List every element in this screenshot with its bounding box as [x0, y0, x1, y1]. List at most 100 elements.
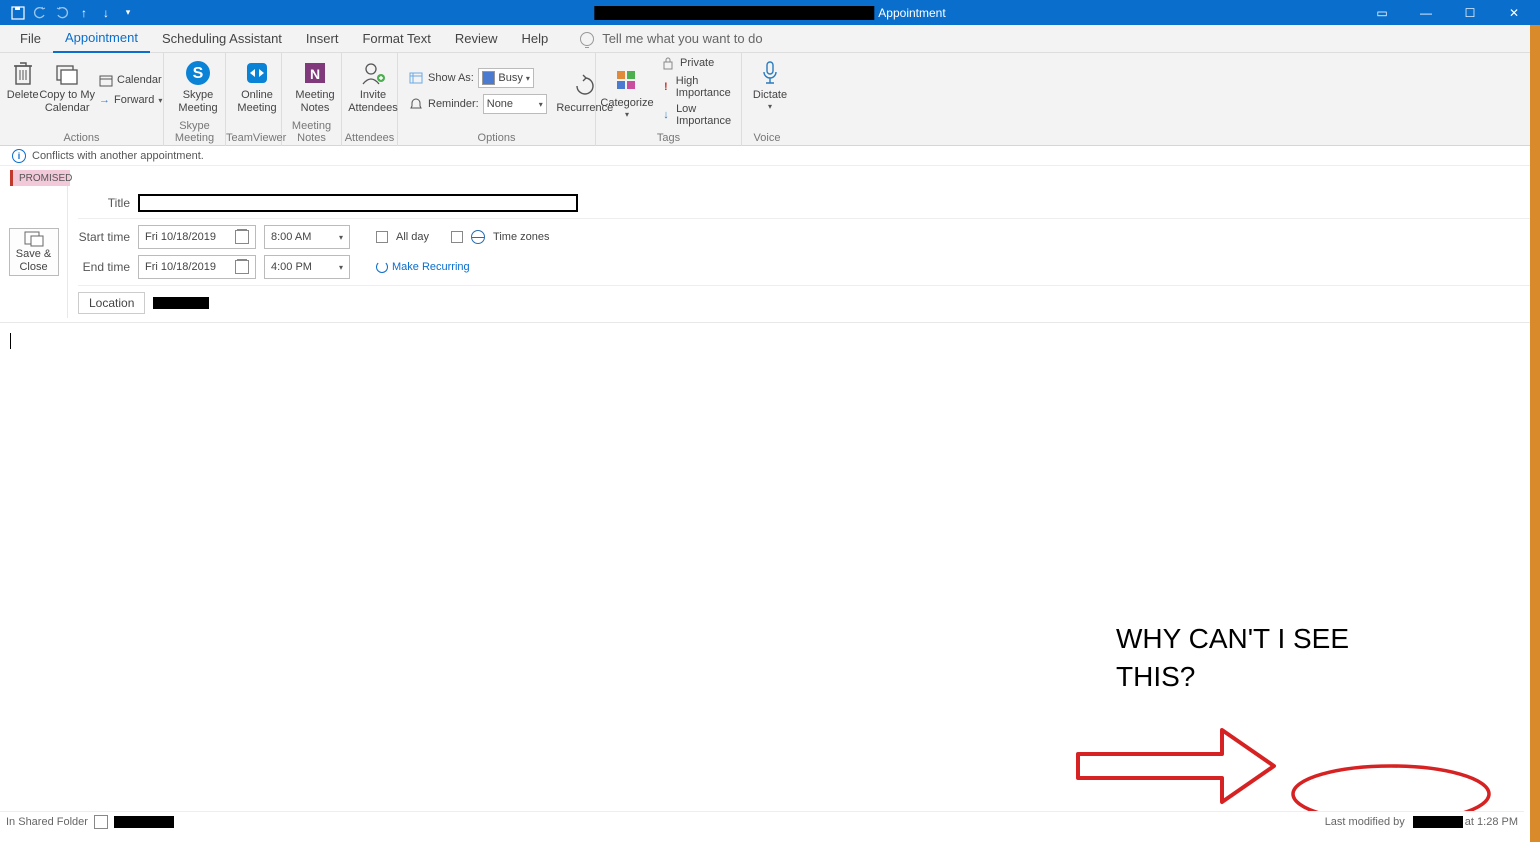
delete-button[interactable]: Delete	[6, 55, 39, 127]
tab-format-text[interactable]: Format Text	[350, 25, 442, 53]
start-time-label: Start time	[78, 230, 130, 244]
low-importance-button[interactable]: ↓ Low Importance	[656, 102, 739, 128]
tab-help[interactable]: Help	[509, 25, 560, 53]
high-importance-button[interactable]: ! High Importance	[656, 74, 739, 100]
show-as-label: Show As:	[428, 72, 474, 84]
qat-customize-icon[interactable]: ▾	[120, 5, 136, 21]
show-as-value: Busy	[498, 72, 522, 84]
tab-file[interactable]: File	[8, 25, 53, 53]
delete-icon	[7, 59, 39, 87]
end-date-value: Fri 10/18/2019	[145, 261, 216, 273]
group-skype-meeting: S Skype Meeting Skype Meeting	[164, 53, 226, 146]
ribbon-display-options-button[interactable]: ▭	[1360, 0, 1404, 25]
appointment-form: Save & Close Title Start time Fri 10/18/…	[0, 186, 1540, 323]
end-time-label: End time	[78, 260, 130, 274]
all-day-checkbox[interactable]	[376, 231, 388, 243]
invite-line1: Invite	[360, 89, 386, 102]
redo-icon[interactable]	[54, 5, 70, 21]
end-date-input[interactable]: Fri 10/18/2019	[138, 255, 256, 279]
next-item-icon[interactable]: ↓	[98, 5, 114, 21]
undo-icon[interactable]	[32, 5, 48, 21]
last-modified-prefix: Last modified by	[1325, 816, 1405, 828]
save-close-panel: Save & Close	[0, 186, 68, 318]
user-annotation-arrow	[1072, 724, 1282, 810]
categorize-button[interactable]: Categorize ▾	[602, 63, 652, 119]
end-time-input[interactable]: 4:00 PM ▾	[264, 255, 350, 279]
skype-icon: S	[182, 59, 214, 87]
high-importance-label: High Importance	[676, 75, 735, 99]
tab-scheduling-assistant[interactable]: Scheduling Assistant	[150, 25, 294, 53]
save-and-close-button[interactable]: Save & Close	[9, 228, 59, 276]
categorize-icon	[611, 67, 643, 95]
ribbon: Delete Copy to My Calendar Calendar → Fo…	[0, 53, 1540, 146]
reminder-dropdown[interactable]: None ▾	[483, 94, 547, 114]
group-meeting-notes-label: Meeting Notes	[282, 120, 341, 144]
microphone-icon	[754, 59, 786, 87]
private-button[interactable]: Private	[656, 54, 739, 72]
reminder-icon	[408, 96, 424, 112]
prev-item-icon[interactable]: ↑	[76, 5, 92, 21]
location-label[interactable]: Location	[78, 292, 145, 314]
group-teamviewer: Online Meeting TeamViewer	[226, 53, 282, 146]
invite-line2: Attendees	[348, 102, 398, 115]
category-tag-promised[interactable]: PROMISED	[10, 170, 70, 186]
calendar-button[interactable]: Calendar	[95, 71, 157, 89]
copy-to-calendar-button[interactable]: Copy to My Calendar	[39, 55, 95, 127]
user-annotation-text: WHY CAN'T I SEE THIS?	[1116, 620, 1349, 696]
tell-me-search[interactable]: Tell me what you want to do	[580, 31, 762, 46]
calendar-label: Calendar	[117, 74, 162, 86]
status-folder-icon	[94, 815, 108, 829]
info-icon: i	[12, 149, 26, 163]
tab-review[interactable]: Review	[443, 25, 510, 53]
end-time-row: End time Fri 10/18/2019 4:00 PM ▾ Make R…	[78, 255, 1530, 279]
meeting-notes-button[interactable]: N Meeting Notes	[288, 55, 342, 114]
make-recurring-link[interactable]: Make Recurring	[376, 261, 470, 273]
chevron-down-icon: ▾	[625, 110, 629, 119]
close-window-button[interactable]: ✕	[1492, 0, 1536, 25]
teamviewer-line2: Meeting	[237, 102, 276, 115]
minimize-button[interactable]: —	[1404, 0, 1448, 25]
dictate-button[interactable]: Dictate ▾	[748, 55, 792, 111]
recurring-icon	[376, 261, 388, 273]
annotation-line1: WHY CAN'T I SEE	[1116, 620, 1349, 658]
invite-attendees-icon	[357, 59, 389, 87]
forward-button[interactable]: → Forward ▾	[95, 91, 157, 109]
group-voice-label: Voice	[742, 132, 792, 144]
tab-insert[interactable]: Insert	[294, 25, 351, 53]
online-meeting-button[interactable]: Online Meeting	[232, 55, 282, 114]
end-time-value: 4:00 PM	[271, 261, 312, 273]
status-last-modified: Last modified by at 1:28 PM	[1325, 816, 1518, 828]
tab-appointment[interactable]: Appointment	[53, 25, 150, 53]
start-time-input[interactable]: 8:00 AM ▾	[264, 225, 350, 249]
group-tags: Categorize ▾ Private ! High Importance ↓…	[596, 53, 742, 146]
make-recurring-label: Make Recurring	[392, 261, 470, 273]
invite-attendees-button[interactable]: Invite Attendees	[348, 55, 398, 114]
svg-text:N: N	[310, 66, 320, 82]
forward-icon: →	[99, 92, 110, 108]
start-time-row: Start time Fri 10/18/2019 8:00 AM ▾ All …	[78, 225, 1530, 249]
start-time-value: 8:00 AM	[271, 231, 311, 243]
all-day-label: All day	[396, 231, 429, 243]
lightbulb-icon	[580, 32, 594, 46]
dictate-label: Dictate	[753, 89, 787, 102]
chevron-down-icon: ▾	[158, 96, 162, 105]
onenote-icon: N	[299, 59, 331, 87]
maximize-button[interactable]: ☐	[1448, 0, 1492, 25]
skype-meeting-button[interactable]: S Skype Meeting	[170, 55, 226, 114]
redacted-location-value	[153, 297, 209, 309]
skype-line1: Skype	[183, 89, 214, 102]
redacted-folder-name	[114, 816, 174, 828]
text-cursor	[10, 333, 11, 349]
meeting-notes-line2: Notes	[301, 102, 330, 115]
copy-to-calendar-label: Copy to My Calendar	[39, 89, 95, 114]
low-importance-label: Low Importance	[676, 103, 735, 127]
reminder-value: None	[487, 98, 513, 110]
start-date-input[interactable]: Fri 10/18/2019	[138, 225, 256, 249]
group-attendees: Invite Attendees Attendees	[342, 53, 398, 146]
calendar-picker-icon	[235, 260, 249, 274]
save-icon[interactable]	[10, 5, 26, 21]
title-input[interactable]	[138, 194, 578, 212]
show-as-dropdown[interactable]: Busy ▾	[478, 68, 534, 88]
chevron-down-icon: ▾	[539, 100, 543, 109]
timezones-checkbox[interactable]	[451, 231, 463, 243]
